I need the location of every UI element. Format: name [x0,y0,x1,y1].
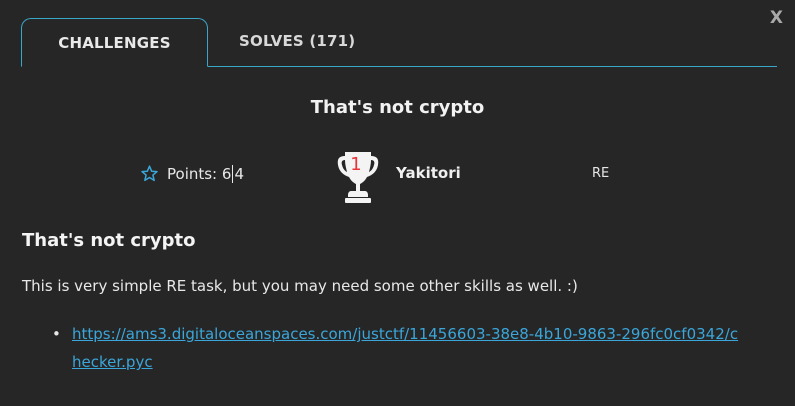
bullet: • [52,325,61,343]
trophy-icon: 1 [337,152,379,203]
text-cursor [232,164,234,183]
attachment-link[interactable]: https://ams3.digitaloceanspaces.com/just… [72,325,738,371]
challenge-category: RE [592,166,610,181]
first-solver-team: Yakitori [396,164,461,182]
points-display: Points: 64 [140,164,244,183]
points-value: 4 [234,164,244,183]
tab-challenges[interactable]: CHALLENGES [21,18,208,67]
points-label: Points: 6 [167,164,232,183]
description-text: This is very simple RE task, but you may… [22,277,578,295]
challenge-meta: Points: 64 1 Yakitori RE [0,148,795,206]
tab-solves[interactable]: SOLVES (171) [239,18,355,66]
star-outline-icon [141,165,158,182]
description-title: That's not crypto [22,230,196,251]
list-item: • https://ams3.digitaloceanspaces.com/ju… [52,320,742,376]
challenge-title: That's not crypto [310,97,485,118]
tab-bar: CHALLENGES SOLVES (171) [21,18,777,67]
trophy-rank: 1 [350,154,361,175]
attachment-list: • https://ams3.digitaloceanspaces.com/ju… [52,320,742,376]
